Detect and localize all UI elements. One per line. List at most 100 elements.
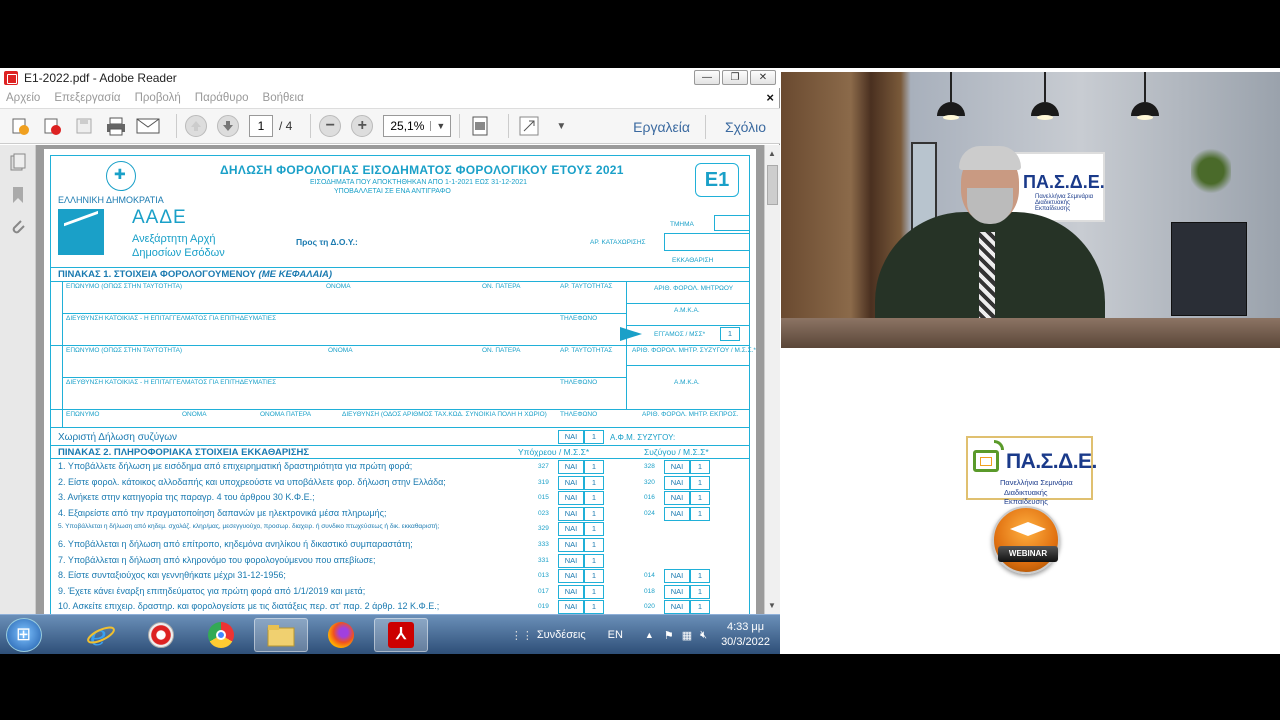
taxpayer-nai[interactable]: ΝΑΙ xyxy=(558,507,584,521)
page-number-input[interactable]: 1 xyxy=(249,115,273,137)
taxpayer-nai[interactable]: ΝΑΙ xyxy=(558,491,584,505)
spouse-one[interactable]: 1 xyxy=(690,600,710,614)
language-indicator[interactable]: EN xyxy=(608,629,623,641)
links-toolbar[interactable]: Συνδέσεις xyxy=(537,629,586,641)
spouse-nai[interactable]: ΝΑΙ xyxy=(664,585,690,599)
taxpayer-one[interactable]: 1 xyxy=(584,491,604,505)
taxpayer-one[interactable]: 1 xyxy=(584,569,604,583)
spouse-nai[interactable]: ΝΑΙ xyxy=(664,569,690,583)
menu-bar: Αρχείο Επεξεργασία Προβολή Παράθυρο Βοήθ… xyxy=(0,88,780,108)
taxpayer-one[interactable]: 1 xyxy=(584,554,604,568)
table2-title: ΠΙΝΑΚΑΣ 2. ΠΛΗΡΟΦΟΡΙΑΚΑ ΣΤΟΙΧΕΙΑ ΕΚΚΑΘΑΡ… xyxy=(58,447,310,458)
spouse-nai[interactable]: ΝΑΙ xyxy=(664,491,690,505)
menu-window[interactable]: Παράθυρο xyxy=(195,92,249,104)
taxpayer-one[interactable]: 1 xyxy=(584,507,604,521)
taxpayer-nai[interactable]: ΝΑΙ xyxy=(558,554,584,568)
pages-icon[interactable] xyxy=(8,153,28,173)
taxpayer-one[interactable]: 1 xyxy=(584,460,604,474)
document-view[interactable]: ΕΛΛΗΝΙΚΗ ΔΗΜΟΚΡΑΤΙΑ ΑΑΔΕ Ανεξάρτητη Αρχή… xyxy=(36,145,764,614)
spouse-nai[interactable]: ΝΑΙ xyxy=(664,460,690,474)
chevron-down-icon[interactable]: ▼ xyxy=(430,121,450,131)
vertical-scrollbar[interactable]: ▲ ▼ xyxy=(764,145,780,614)
full-screen-icon[interactable] xyxy=(517,115,541,137)
presenter-video: ΠΑ.Σ.Δ.Ε. Πανελλήνια Σεμινάρια Διαδικτυα… xyxy=(781,72,1280,348)
spouse-nai[interactable]: ΝΑΙ xyxy=(664,600,690,614)
network-icon[interactable]: ▦ xyxy=(682,629,692,642)
previous-page-icon[interactable] xyxy=(185,115,207,137)
fit-page-icon[interactable] xyxy=(468,115,492,137)
rep-name-label: ΟΝΟΜΑ xyxy=(182,411,207,418)
taxpayer-nai[interactable]: ΝΑΙ xyxy=(558,600,584,614)
tools-tab[interactable]: Εργαλεία xyxy=(633,119,690,135)
bookmarks-icon[interactable] xyxy=(8,185,28,205)
attachments-icon[interactable] xyxy=(8,217,28,237)
question-code-b: 320 xyxy=(644,479,655,486)
married-label: ΕΓΓΑΜΟΣ / ΜΣΣ* xyxy=(654,331,706,338)
file-explorer-icon[interactable] xyxy=(254,618,308,652)
zoom-select[interactable]: 25,1% ▼ xyxy=(383,115,452,137)
close-button[interactable]: ✕ xyxy=(750,70,776,85)
email-icon[interactable] xyxy=(136,115,160,137)
taxpayer-nai[interactable]: ΝΑΙ xyxy=(558,538,584,552)
tmima-field[interactable] xyxy=(714,215,750,231)
spouse-one[interactable]: 1 xyxy=(690,491,710,505)
create-pdf-icon[interactable] xyxy=(8,115,32,137)
taxpayer-nai[interactable]: ΝΑΙ xyxy=(558,522,584,536)
show-hidden-icons[interactable]: ▲ xyxy=(645,630,654,640)
question-text: 6. Υποβάλλεται η δήλωση από επίτροπο, κη… xyxy=(58,539,413,549)
married-value[interactable]: 1 xyxy=(720,327,740,341)
spouse-one[interactable]: 1 xyxy=(690,476,710,490)
scroll-thumb[interactable] xyxy=(767,165,778,205)
clock[interactable]: 4:33 μμ 30/3/2022 xyxy=(721,620,770,650)
spouse-one[interactable]: 1 xyxy=(690,460,710,474)
scroll-up-icon[interactable]: ▲ xyxy=(768,149,776,158)
toolbar: 1 / 4 − + 25,1% ▼ ▼ Εργαλεία Σχόλιο xyxy=(0,108,780,144)
taxpayer-one[interactable]: 1 xyxy=(584,522,604,536)
edit-pdf-icon[interactable] xyxy=(40,115,64,137)
minimize-button[interactable]: — xyxy=(694,70,720,85)
taxpayer-one[interactable]: 1 xyxy=(584,585,604,599)
taxpayer-nai[interactable]: ΝΑΙ xyxy=(558,585,584,599)
menu-file[interactable]: Αρχείο xyxy=(6,92,40,104)
window-title: E1-2022.pdf - Adobe Reader xyxy=(24,71,177,85)
internet-explorer-icon[interactable]: e xyxy=(74,618,128,652)
recorder-icon[interactable] xyxy=(134,618,188,652)
next-page-icon[interactable] xyxy=(217,115,239,137)
firefox-icon[interactable] xyxy=(314,618,368,652)
volume-icon[interactable]: 🔇︎ xyxy=(700,629,707,642)
zoom-in-icon[interactable]: + xyxy=(351,115,374,137)
taxpayer-one[interactable]: 1 xyxy=(584,600,604,614)
separate-one[interactable]: 1 xyxy=(584,430,604,444)
spouse-one[interactable]: 1 xyxy=(690,569,710,583)
maximize-button[interactable]: ❐ xyxy=(722,70,748,85)
menu-view[interactable]: Προβολή xyxy=(135,92,181,104)
start-button[interactable] xyxy=(6,618,42,652)
taxpayer-nai[interactable]: ΝΑΙ xyxy=(558,476,584,490)
action-center-icon[interactable]: ⚑ xyxy=(664,629,674,642)
menu-edit[interactable]: Επεξεργασία xyxy=(54,92,120,104)
close-document-icon[interactable]: × xyxy=(766,90,774,105)
toolbar-menu-icon[interactable]: ▼ xyxy=(549,115,573,137)
scroll-down-icon[interactable]: ▼ xyxy=(768,601,776,610)
separate-nai[interactable]: ΝΑΙ xyxy=(558,430,584,444)
adobe-reader-icon[interactable]: ⅄ xyxy=(374,618,428,652)
taxpayer-one[interactable]: 1 xyxy=(584,476,604,490)
taxpayer-one[interactable]: 1 xyxy=(584,538,604,552)
comment-tab[interactable]: Σχόλιο xyxy=(725,119,766,135)
spouse-one[interactable]: 1 xyxy=(690,507,710,521)
question-code-b: 328 xyxy=(644,463,655,470)
print-icon[interactable] xyxy=(104,115,128,137)
question-code-b: 018 xyxy=(644,588,655,595)
menu-help[interactable]: Βοήθεια xyxy=(263,92,304,104)
spouse-nai[interactable]: ΝΑΙ xyxy=(664,507,690,521)
spouse-father-label: ΟΝ. ΠΑΤΕΡΑ xyxy=(482,347,521,354)
save-icon[interactable] xyxy=(72,115,96,137)
spouse-nai[interactable]: ΝΑΙ xyxy=(664,476,690,490)
spouse-one[interactable]: 1 xyxy=(690,585,710,599)
taxpayer-nai[interactable]: ΝΑΙ xyxy=(558,460,584,474)
taxpayer-nai[interactable]: ΝΑΙ xyxy=(558,569,584,583)
registration-field[interactable] xyxy=(664,233,750,251)
title-bar[interactable]: E1-2022.pdf - Adobe Reader — ❐ ✕ xyxy=(0,68,780,88)
chrome-icon[interactable] xyxy=(194,618,248,652)
zoom-out-icon[interactable]: − xyxy=(319,115,342,137)
